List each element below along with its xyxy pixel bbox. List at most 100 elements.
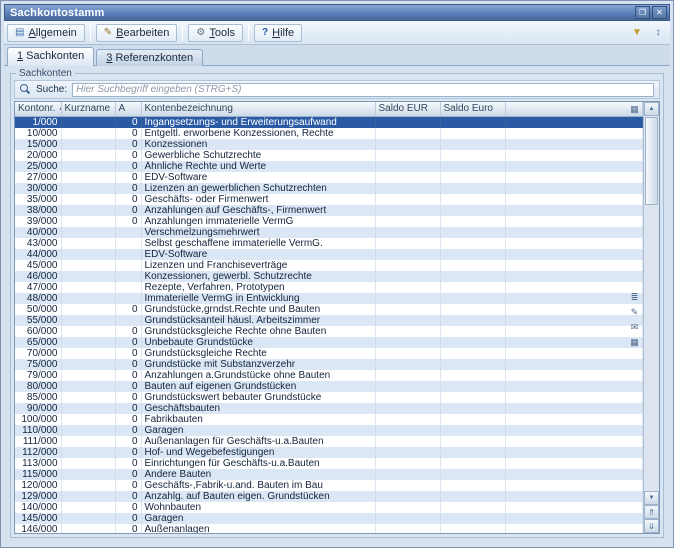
column-header-kontonr-[interactable]: Kontonr.▲	[15, 102, 61, 116]
cell-saldo-eur	[375, 370, 440, 381]
cell-a	[115, 238, 141, 249]
cell-filler	[505, 513, 643, 524]
table-row[interactable]: 129/0000Anzahlg. auf Bauten eigen. Grund…	[15, 491, 643, 502]
tab-3-referenzkonten[interactable]: 3 Referenzkonten	[96, 49, 203, 66]
table-row[interactable]: 120/0000Geschäfts-,Fabrik-u.and. Bauten …	[15, 480, 643, 491]
vertical-scrollbar[interactable]: ▲ ▼ ⇑ ⇓	[643, 102, 659, 533]
scrollbar-thumb[interactable]	[645, 117, 658, 205]
table-row[interactable]: 46/000Konzessionen, gewerbl. Schutzrecht…	[15, 271, 643, 282]
tab-1-sachkonten[interactable]: 1 Sachkonten	[7, 47, 94, 66]
table-row[interactable]: 70/0000Grundstücksgleiche Rechte	[15, 348, 643, 359]
mail-button[interactable]: ✉	[628, 322, 641, 334]
page-up-button[interactable]: ⇑	[644, 505, 659, 519]
table-row[interactable]: 111/0000Außenanlagen für Geschäfts-u.a.B…	[15, 436, 643, 447]
table-row[interactable]: 45/000Lizenzen und Franchiseverträge	[15, 260, 643, 271]
column-header-label: Kontonr.	[18, 103, 55, 114]
table-row[interactable]: 85/0000Grundstückswert bebauter Grundstü…	[15, 392, 643, 403]
cell-kurzname	[61, 161, 115, 172]
cell-saldo-euro	[440, 260, 505, 271]
scroll-up-button[interactable]: ▲	[644, 102, 659, 116]
list-button[interactable]: ≣	[628, 292, 641, 304]
table-row[interactable]: 146/0000Außenanlagen	[15, 524, 643, 534]
table-row[interactable]: 113/0000Einrichtungen für Geschäfts-u.a.…	[15, 458, 643, 469]
toolbar-button-hilfe[interactable]: ?Hilfe	[254, 24, 302, 42]
cell-kontonr: 75/000	[15, 359, 61, 370]
table-row[interactable]: 44/000EDV-Software	[15, 249, 643, 260]
toolbar-button-tools[interactable]: ⚙Tools	[188, 24, 243, 42]
cell-saldo-euro	[440, 238, 505, 249]
cell-filler	[505, 238, 643, 249]
cell-kurzname	[61, 458, 115, 469]
scrollbar-track[interactable]	[644, 116, 659, 491]
filter-button[interactable]: ▼	[628, 24, 646, 42]
table-row[interactable]: 25/0000Ähnliche Rechte und Werte	[15, 161, 643, 172]
maximize-button[interactable]: ❐	[635, 6, 650, 19]
table-row[interactable]: 20/0000Gewerbliche Schutzrechte	[15, 150, 643, 161]
table-row[interactable]: 15/0000Konzessionen	[15, 139, 643, 150]
cell-kontonr: 115/000	[15, 469, 61, 480]
accounts-table: Kontonr.▲KurznameAKontenbezeichnungSaldo…	[15, 102, 643, 533]
column-header-a[interactable]: A	[115, 102, 141, 116]
close-button[interactable]: ✕	[652, 6, 667, 19]
table-row[interactable]: 60/0000Grundstücksgleiche Rechte ohne Ba…	[15, 326, 643, 337]
table-row[interactable]: 39/0000Anzahlungen immaterielle VermG	[15, 216, 643, 227]
table-row[interactable]: 35/0000Geschäfts- oder Firmenwert	[15, 194, 643, 205]
table-row[interactable]: 48/000Immaterielle VermG in Entwicklung	[15, 293, 643, 304]
table-row[interactable]: 1/0000Ingangsetzungs- und Erweiterungsau…	[15, 116, 643, 128]
cell-filler	[505, 260, 643, 271]
toolbar-button-bearbeiten[interactable]: ✎Bearbeiten	[96, 24, 178, 42]
cell-a: 0	[115, 116, 141, 128]
table-button[interactable]: ▦	[628, 337, 641, 349]
search-input[interactable]	[72, 83, 654, 97]
table-row[interactable]: 110/0000Garagen	[15, 425, 643, 436]
table-row[interactable]: 65/0000Unbebaute Grundstücke	[15, 337, 643, 348]
cell-saldo-euro	[440, 491, 505, 502]
cell-saldo-eur	[375, 469, 440, 480]
column-chooser-button[interactable]: ▦	[627, 103, 642, 115]
cell-a: 0	[115, 502, 141, 513]
cell-kontonr: 44/000	[15, 249, 61, 260]
table-row[interactable]: 50/0000Grundstücke,grndst.Rechte und Bau…	[15, 304, 643, 315]
table-row[interactable]: 55/000Grundstücksanteil häusl. Arbeitszi…	[15, 315, 643, 326]
column-header-kontenbezeichnung[interactable]: Kontenbezeichnung	[141, 102, 375, 116]
cell-kontonr: 85/000	[15, 392, 61, 403]
cell-saldo-euro	[440, 458, 505, 469]
column-header-saldo-eur[interactable]: Saldo EUR	[375, 102, 440, 116]
table-row[interactable]: 47/000Rezepte, Verfahren, Prototypen	[15, 282, 643, 293]
table-row[interactable]: 140/0000Wohnbauten	[15, 502, 643, 513]
table-row[interactable]: 38/0000Anzahlungen auf Geschäfts-, Firme…	[15, 205, 643, 216]
cell-kontonr: 39/000	[15, 216, 61, 227]
column-header-filler[interactable]	[505, 102, 643, 116]
table-row[interactable]: 40/000Verschmelzungsmehrwert	[15, 227, 643, 238]
toolbar-button-allgemein[interactable]: ▤Allgemein	[7, 24, 85, 42]
table-row[interactable]: 145/0000Garagen	[15, 513, 643, 524]
table-row[interactable]: 43/000Selbst geschaffene immaterielle Ve…	[15, 238, 643, 249]
window-title: Sachkontostamm	[10, 7, 633, 19]
cell-kontonr: 25/000	[15, 161, 61, 172]
table-row[interactable]: 112/0000Hof- und Wegebefestigungen	[15, 447, 643, 458]
table-row[interactable]: 30/0000Lizenzen an gewerblichen Schutzre…	[15, 183, 643, 194]
column-header-saldo-euro[interactable]: Saldo Euro	[440, 102, 505, 116]
sort-button[interactable]: ↕	[649, 24, 667, 42]
table-row[interactable]: 80/0000Bauten auf eigenen Grundstücken	[15, 381, 643, 392]
table-row[interactable]: 79/0000Anzahlungen a.Grundstücke ohne Ba…	[15, 370, 643, 381]
cell-kontenbezeichnung: Ähnliche Rechte und Werte	[141, 161, 375, 172]
table-row[interactable]: 100/0000Fabrikbauten	[15, 414, 643, 425]
cell-filler	[505, 326, 643, 337]
cell-kurzname	[61, 447, 115, 458]
cell-kontenbezeichnung: Außenanlagen für Geschäfts-u.a.Bauten	[141, 436, 375, 447]
cell-filler	[505, 293, 643, 304]
table-row[interactable]: 27/0000EDV-Software	[15, 172, 643, 183]
table-row[interactable]: 10/0000Entgeltl. erworbene Konzessionen,…	[15, 128, 643, 139]
scroll-down-button[interactable]: ▼	[644, 491, 659, 505]
table-row[interactable]: 90/0000Geschäftsbauten	[15, 403, 643, 414]
cell-saldo-eur	[375, 447, 440, 458]
cell-a: 0	[115, 370, 141, 381]
page-down-button[interactable]: ⇓	[644, 519, 659, 533]
edit-button[interactable]: ✎	[628, 307, 641, 319]
cell-a: 0	[115, 172, 141, 183]
table-row[interactable]: 115/0000Andere Bauten	[15, 469, 643, 480]
cell-kontenbezeichnung: Lizenzen an gewerblichen Schutzrechten	[141, 183, 375, 194]
column-header-kurzname[interactable]: Kurzname	[61, 102, 115, 116]
table-row[interactable]: 75/0000Grundstücke mit Substanzverzehr	[15, 359, 643, 370]
